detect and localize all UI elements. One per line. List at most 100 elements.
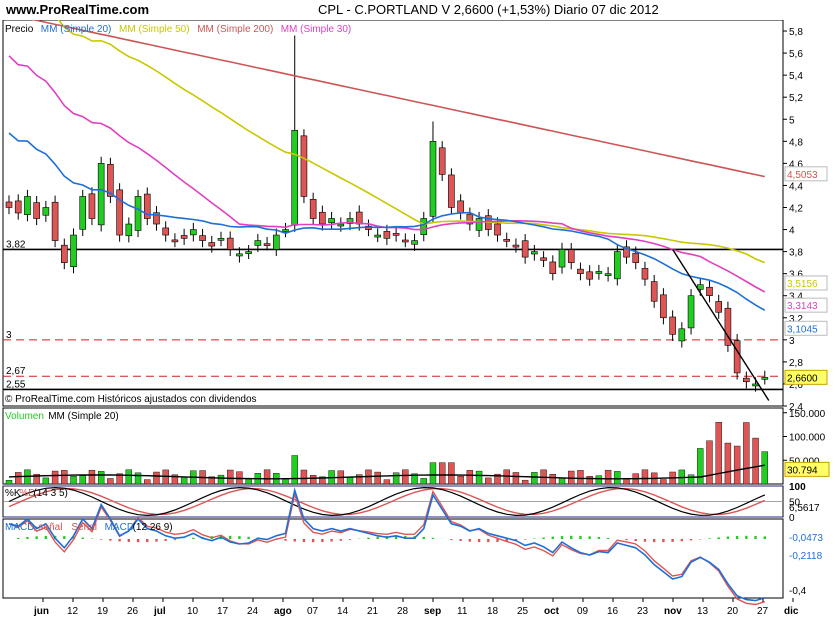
candle (614, 251, 621, 280)
volume-bar (291, 455, 298, 485)
volume-bar (715, 422, 722, 485)
volume-bar (107, 478, 114, 485)
candle (420, 218, 428, 235)
macd-histogram-bar (155, 539, 158, 542)
x-tick-label: 27 (757, 606, 769, 617)
macd-histogram-bar (634, 539, 637, 542)
macd-histogram-bar (450, 539, 453, 540)
candle (88, 193, 96, 219)
volume-legend-item: MM (Simple 20) (48, 411, 119, 422)
volume-bar (125, 469, 133, 485)
candle (328, 218, 335, 224)
level-label: 2,55 (6, 379, 26, 390)
volume-bar (227, 469, 234, 485)
macd-histogram-bar (146, 539, 149, 543)
volume-bar (402, 469, 409, 485)
macd-histogram-bar (726, 536, 730, 539)
volume-bar (42, 477, 50, 485)
volume-bar (420, 478, 427, 485)
volume-bar (503, 469, 510, 485)
volume-bar (309, 474, 317, 485)
volume-bar (383, 479, 391, 485)
macd-histogram-bar (579, 535, 582, 539)
candle (116, 189, 123, 236)
macd-histogram-bar (477, 539, 481, 543)
macd-legend-item: Señal (71, 522, 97, 533)
macd-histogram-bar (321, 539, 324, 543)
x-tick-label: 24 (247, 606, 259, 617)
volume-bar (51, 470, 59, 485)
candle (402, 239, 409, 243)
stoch-legend-item: (14 3 5) (33, 488, 67, 499)
macd-histogram-bar (680, 539, 684, 542)
candle (448, 174, 455, 208)
stoch-tick-label: 0 (789, 513, 795, 524)
volume-bar (61, 470, 68, 485)
x-tick-label: ago (274, 606, 292, 617)
macd-histogram-bar (735, 536, 739, 539)
x-tick-label: oct (544, 606, 560, 617)
legend-item: MM (Simple 20) (41, 24, 112, 35)
volume-bar (282, 478, 289, 485)
macd-histogram-bar (708, 538, 711, 539)
price-tick-label: 5,6 (789, 49, 803, 60)
volume-bar (577, 470, 584, 485)
price-tick-label: 4,4 (789, 181, 803, 192)
candle (134, 196, 142, 231)
candle (236, 253, 243, 257)
macd-histogram-bar (496, 539, 499, 542)
value-tag-text: 3,3143 (787, 301, 818, 312)
legend-item: MM (Simple 50) (119, 24, 190, 35)
volume-bar (5, 480, 13, 485)
x-tick-label: 23 (637, 606, 649, 617)
price-tick-label: 5 (789, 115, 795, 126)
chart-title: CPL - C.PORTLAND V 2,6600 (+1,53%) Diari… (318, 2, 659, 17)
candle (521, 240, 529, 258)
candle (180, 235, 188, 239)
macd-histogram-bar (560, 536, 564, 539)
macd-histogram-bar (763, 536, 766, 539)
volume-bar (70, 476, 77, 485)
candle (291, 129, 299, 226)
macd-histogram-bar (81, 537, 84, 539)
candle (33, 202, 40, 219)
candle (429, 141, 437, 217)
macd-histogram-bar (17, 537, 20, 539)
macd-histogram-bar (570, 535, 573, 539)
volume-bar (153, 471, 160, 485)
candle (650, 281, 658, 302)
volume-value-tag-text: 30.794 (787, 465, 818, 476)
volume-tick-label: 150.000 (789, 409, 826, 420)
x-tick-label: 10 (187, 606, 199, 617)
volume-bar (15, 472, 22, 485)
volume-bar (374, 471, 381, 485)
volume-bar (475, 470, 483, 485)
x-tick-label: nov (664, 606, 682, 617)
candle (494, 223, 501, 236)
volume-bar (97, 471, 105, 485)
macd-histogram-bar (754, 535, 757, 539)
candle (411, 240, 418, 245)
value-tag-text: 3,1045 (787, 324, 818, 335)
macd-histogram-bar (431, 537, 435, 539)
volume-bar (549, 474, 556, 485)
candle (687, 295, 695, 329)
candle (503, 238, 511, 242)
macd-histogram-bar (118, 539, 121, 542)
volume-bar (217, 474, 225, 485)
price-tick-label: 4 (789, 226, 795, 237)
candle (383, 231, 391, 239)
macd-tick-label: -0,4 (789, 586, 807, 597)
candle (300, 135, 308, 197)
macd-histogram-bar (348, 539, 352, 540)
volume-bar (356, 474, 363, 485)
price-tick-label: 2,8 (789, 358, 803, 369)
macd-histogram-bar (229, 535, 232, 539)
macd-histogram-bar (127, 539, 131, 542)
site-name[interactable]: www.ProRealTime.com (6, 2, 149, 17)
volume-bar (134, 472, 142, 485)
macd-histogram-bar (330, 539, 333, 542)
stoch-tick-label: 100 (789, 482, 806, 493)
price-tick-label: 4,2 (789, 203, 803, 214)
volume-bar (180, 477, 188, 485)
